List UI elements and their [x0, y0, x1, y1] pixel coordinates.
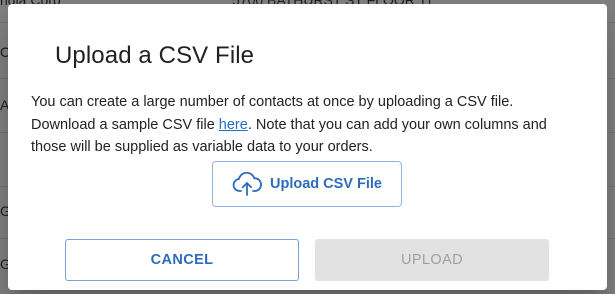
upload-button[interactable]: UPLOAD — [315, 239, 549, 281]
upload-csv-file-label: Upload CSV File — [270, 176, 382, 192]
sample-csv-link[interactable]: here — [219, 117, 248, 133]
dialog-description: You can create a large number of contact… — [31, 91, 576, 159]
cancel-button[interactable]: CANCEL — [65, 239, 299, 281]
cloud-upload-icon — [232, 171, 262, 197]
upload-csv-dialog: Upload a CSV File You can create a large… — [8, 4, 607, 290]
upload-csv-file-button[interactable]: Upload CSV File — [212, 161, 402, 207]
dialog-title: Upload a CSV File — [55, 42, 255, 69]
